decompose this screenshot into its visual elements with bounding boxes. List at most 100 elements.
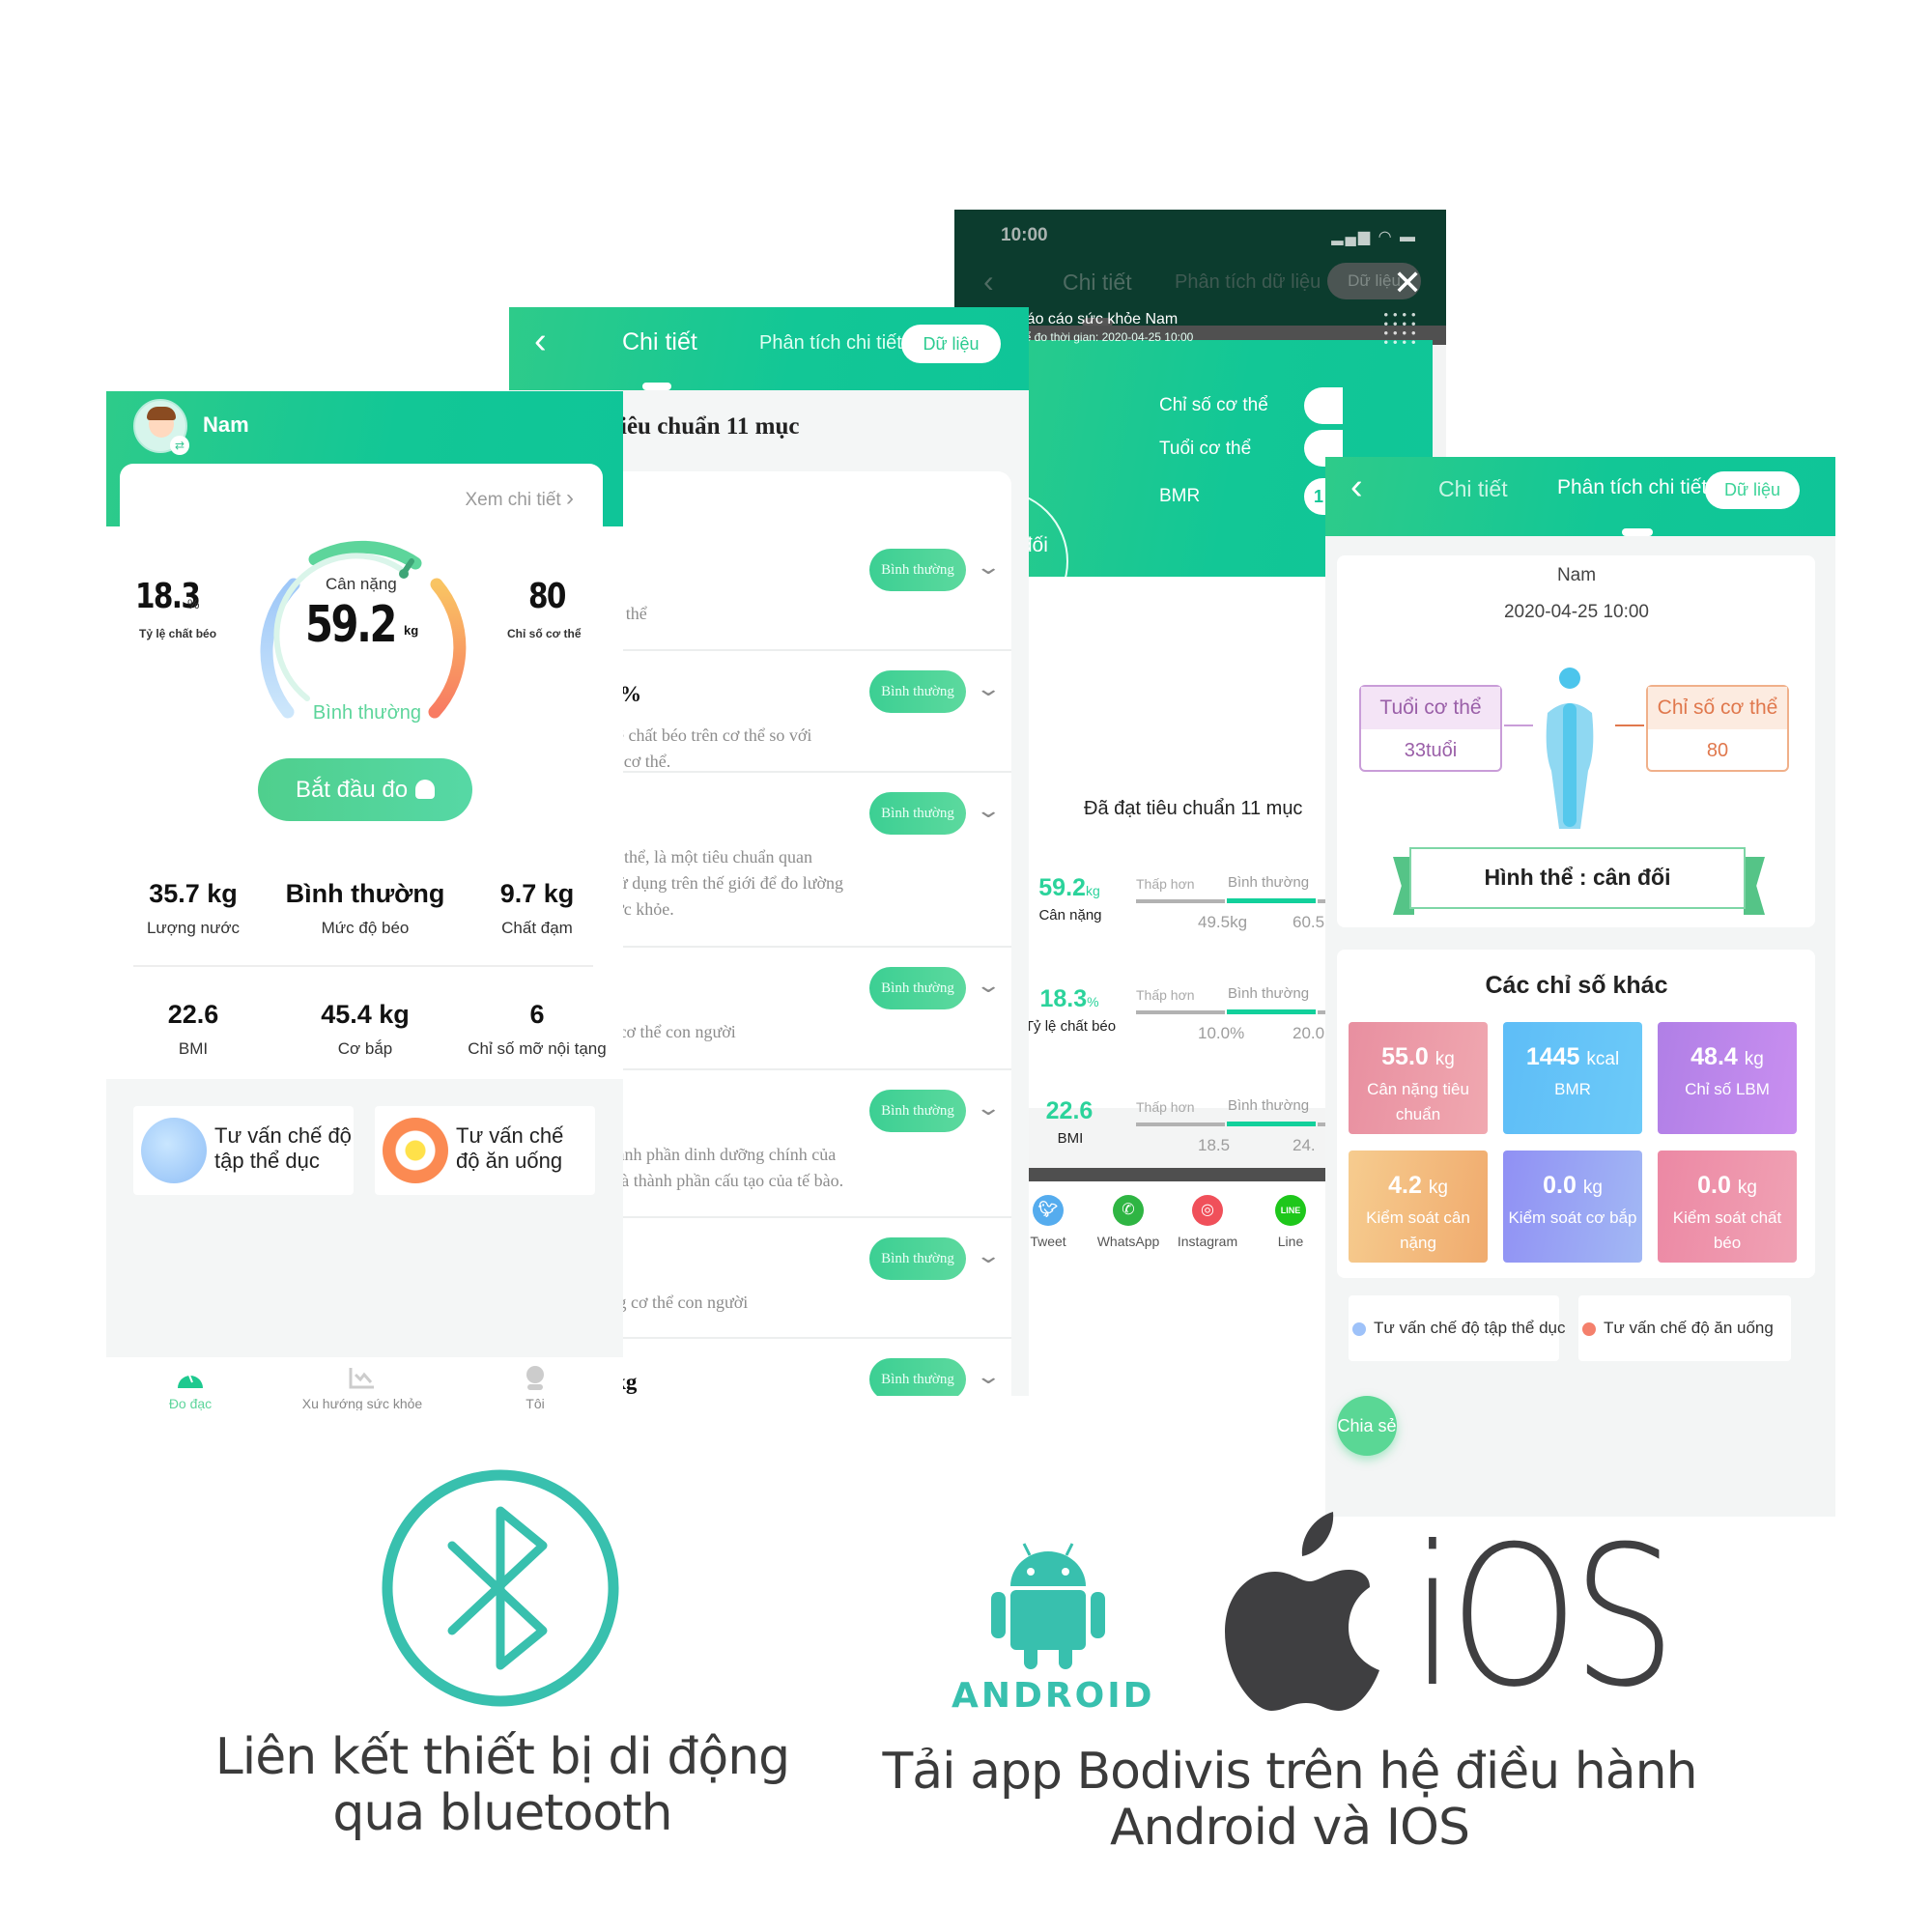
- line-icon: LINE: [1275, 1195, 1306, 1226]
- whatsapp-icon: ✆: [1113, 1195, 1144, 1226]
- status-badge: Bình thường: [869, 1237, 966, 1280]
- threshold-low: 10.0%: [1198, 1024, 1245, 1042]
- stat-protein: 9.7 kg Chất đạm: [499, 879, 575, 937]
- normal-label: Bình thường: [1228, 1097, 1310, 1114]
- close-icon[interactable]: ✕: [1393, 263, 1422, 303]
- bottom-nav: Đo đạc Xu hướng sức khỏe Tôi: [106, 1357, 623, 1410]
- share-button[interactable]: Chia sẻ: [1337, 1396, 1397, 1456]
- stat-bmi: 22.6 BMI: [167, 1000, 219, 1058]
- tile-label: BMR: [1554, 1080, 1591, 1098]
- profile-name: Nam: [1556, 565, 1597, 585]
- tab-detail[interactable]: Chi tiết: [622, 328, 697, 356]
- tile-label: Kiểm soát cân nặng: [1366, 1208, 1470, 1252]
- status-time: 10:00: [1001, 225, 1048, 245]
- switch-user-icon[interactable]: ⇄: [170, 436, 189, 455]
- apple-logo-icon: [1225, 1512, 1379, 1711]
- nav-header: ‹ Chi tiết Phân tích chi tiết Dữ liệu: [1325, 457, 1835, 536]
- connector-line: [1615, 724, 1644, 726]
- body-score-label: Chỉ số cơ thể: [1648, 687, 1787, 729]
- android-robot-icon: [991, 1543, 1105, 1669]
- standards-heading: iêu chuẩn 11 mục: [620, 413, 800, 440]
- avatar[interactable]: ⇄: [133, 399, 189, 455]
- tile-label: Kiểm soát cơ bắp: [1508, 1208, 1637, 1227]
- fried-egg-icon: [383, 1118, 448, 1183]
- chevron-down-icon[interactable]: ⌄: [975, 1364, 1002, 1389]
- metric-tile: 48.4 kg Chỉ số LBM: [1658, 1022, 1797, 1134]
- exercise-advice-button[interactable]: Tư vấn chế độ tập thể dục: [1349, 1295, 1566, 1361]
- fat-ratio-unit: %: [187, 596, 200, 611]
- chevron-down-icon[interactable]: ⌄: [975, 798, 1002, 823]
- red-dot-icon: [1582, 1322, 1596, 1336]
- back-icon[interactable]: ‹: [983, 264, 994, 299]
- tab-detailed-analysis[interactable]: Phân tích chi tiết: [1557, 476, 1707, 499]
- platform-caption: Tải app Bodivis trên hệ điều hành Androi…: [882, 1743, 1697, 1857]
- metric-label-body-age: Tuổi cơ thể: [1159, 439, 1252, 459]
- stat-water: 35.7 kg Lượng nước: [146, 879, 241, 937]
- normal-label: Bình thường: [1228, 985, 1310, 1002]
- gauge-arc-high: [428, 578, 467, 719]
- weight-status: Bình thường: [312, 702, 422, 724]
- chevron-right-icon: ›: [566, 485, 574, 511]
- range-bar-normal: [1227, 1009, 1316, 1014]
- android-wordmark: ANDROID: [952, 1676, 1155, 1716]
- metric-label-body-score: Chỉ số cơ thể: [1159, 395, 1268, 415]
- weight-value: 59.2: [305, 596, 397, 654]
- status-badge: Bình thường: [869, 967, 966, 1009]
- back-icon[interactable]: ‹: [534, 321, 547, 362]
- tile-value: 1445 kcal: [1525, 1043, 1620, 1070]
- dots-pattern-icon: [1381, 310, 1418, 347]
- view-details-link[interactable]: Xem chi tiết ›: [465, 485, 574, 512]
- tile-value: 4.2 kg: [1388, 1172, 1448, 1199]
- detailed-analysis-screen: ‹ Chi tiết Phân tích chi tiết Dữ liệu Na…: [1325, 457, 1835, 1517]
- exercise-advice-label: Tư vấn chế độ tập thể dục: [214, 1123, 352, 1173]
- chevron-down-icon[interactable]: ⌄: [975, 1095, 1002, 1121]
- back-icon[interactable]: ‹: [1350, 467, 1363, 508]
- diet-advice-button[interactable]: Tư vấn chế độ ăn uống: [1578, 1295, 1791, 1361]
- user-name: Nam: [203, 412, 249, 437]
- low-label: Thấp hơn: [1136, 1099, 1195, 1115]
- chevron-down-icon[interactable]: ⌄: [975, 676, 1002, 701]
- body-figure-icon: [1546, 668, 1594, 829]
- share-line[interactable]: LINE Line: [1262, 1195, 1320, 1249]
- body-age-label: Tuổi cơ thể: [1361, 687, 1500, 729]
- range-bar-normal: [1227, 898, 1316, 903]
- connector-line: [1504, 724, 1533, 726]
- tab-indicator: [642, 383, 671, 390]
- range-bar-low: [1136, 1122, 1225, 1126]
- status-badge: Bình thường: [869, 1090, 966, 1132]
- summary-card: 18.3 % Tỷ lệ chất béo 80 Chỉ số cơ thể C…: [106, 526, 623, 1079]
- data-button[interactable]: Dữ liệu: [901, 325, 1001, 363]
- share-instagram[interactable]: ◎ Instagram: [1159, 1195, 1256, 1249]
- tab-detailed-analysis[interactable]: Phân tích chi tiết: [759, 332, 902, 355]
- normal-label: Bình thường: [1228, 874, 1310, 891]
- tab-detail[interactable]: Chi tiết: [1438, 476, 1508, 502]
- metric-tile: 0.0 kg Kiểm soát cơ bắp: [1503, 1151, 1642, 1263]
- chevron-down-icon[interactable]: ⌄: [975, 1243, 1002, 1268]
- tab-detail[interactable]: Chi tiết: [1063, 270, 1132, 296]
- nav-health-trend[interactable]: Xu hướng sức khỏe: [285, 1365, 440, 1410]
- metric-tile: 55.0 kg Cân nặng tiêu chuẩn: [1349, 1022, 1488, 1134]
- nav-measure[interactable]: Đo đạc: [113, 1365, 268, 1410]
- threshold-high: 20.0: [1293, 1024, 1325, 1042]
- diet-advice-label: Tư vấn chế độ ăn uống: [456, 1123, 564, 1173]
- trend-chart-icon: [349, 1368, 374, 1389]
- gauge-icon: [415, 780, 436, 799]
- low-label: Thấp hơn: [1136, 876, 1195, 892]
- body-age-box: Tuổi cơ thể 33tuổi: [1359, 685, 1502, 772]
- summary-card-top: Xem chi tiết ›: [120, 464, 603, 531]
- start-measure-button[interactable]: Bắt đầu đo: [258, 758, 472, 821]
- tile-value: 0.0 kg: [1697, 1172, 1757, 1199]
- avatar-hair: [147, 407, 176, 420]
- data-button[interactable]: Dữ liệu: [1705, 471, 1800, 509]
- nav-me[interactable]: Tôi: [458, 1365, 612, 1410]
- chevron-down-icon[interactable]: ⌄: [975, 973, 1002, 998]
- ios-wordmark: iOS: [1410, 1505, 1676, 1730]
- report-time: Để đo thời gian: 2020-04-25 10:00: [1016, 330, 1194, 344]
- status-badge: Bình thường: [869, 792, 966, 835]
- diet-advice-card[interactable]: Tư vấn chế độ ăn uống: [375, 1106, 595, 1195]
- chevron-down-icon[interactable]: ⌄: [975, 554, 1002, 580]
- tab-data-analysis[interactable]: Phân tích dữ liệu: [1175, 271, 1321, 294]
- threshold-low: 49.5kg: [1198, 913, 1248, 931]
- exercise-advice-card[interactable]: Tư vấn chế độ tập thể dục: [133, 1106, 354, 1195]
- other-metrics-heading: Các chỉ số khác: [1485, 972, 1668, 999]
